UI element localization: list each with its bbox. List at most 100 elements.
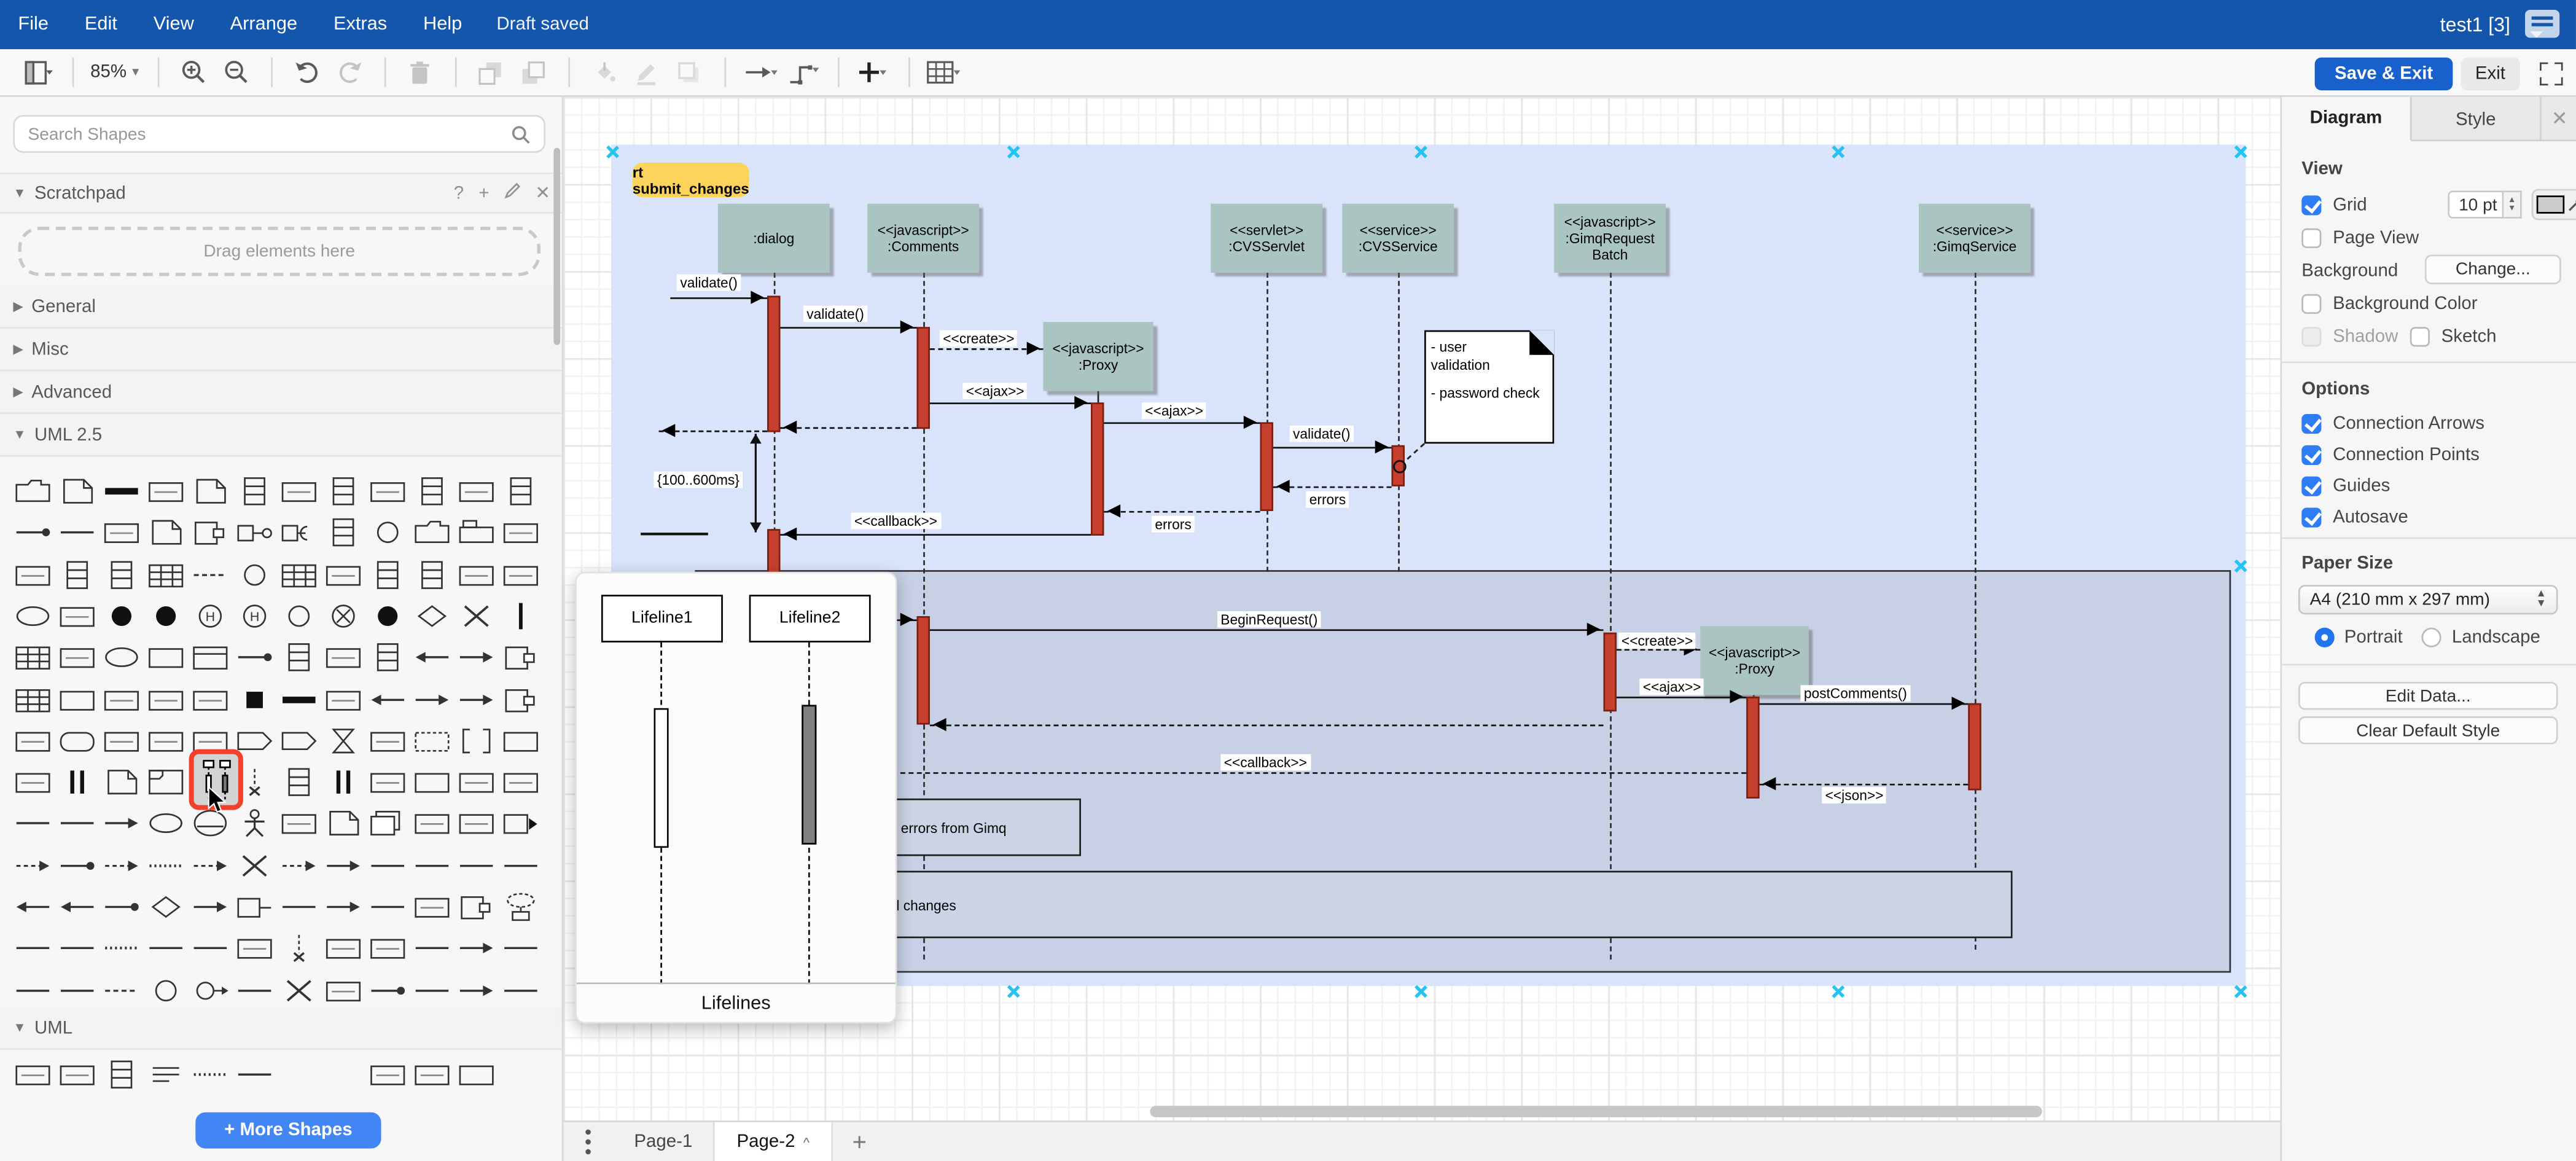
view-panels-icon[interactable] xyxy=(20,54,56,90)
shape-card-icon[interactable] xyxy=(100,513,143,552)
undo-icon[interactable] xyxy=(289,54,326,90)
radio-portrait[interactable] xyxy=(2314,627,2335,647)
shape-rect-icon[interactable] xyxy=(144,638,187,677)
shape-list-icon[interactable] xyxy=(100,1055,143,1094)
shape-fork-icon[interactable] xyxy=(322,762,365,802)
shape-dotline-icon[interactable] xyxy=(189,1055,232,1094)
change-background-button[interactable]: Change... xyxy=(2424,254,2561,284)
radio-landscape[interactable] xyxy=(2422,627,2442,647)
lifeline-header[interactable]: :dialog xyxy=(717,203,830,273)
page-view-checkbox[interactable]: Page View xyxy=(2301,228,2419,248)
shape-card-icon[interactable] xyxy=(499,513,542,552)
message-line[interactable] xyxy=(929,341,1044,355)
shape-card-icon[interactable] xyxy=(56,638,99,677)
selection-handle-icon[interactable] xyxy=(1830,144,1845,159)
shape-line-icon[interactable] xyxy=(366,887,409,926)
message-line[interactable] xyxy=(670,290,768,304)
message-line[interactable] xyxy=(1104,504,1260,518)
delete-icon[interactable] xyxy=(402,54,439,90)
shape-card-icon[interactable] xyxy=(144,472,187,511)
shape-arrowl-icon[interactable] xyxy=(411,638,454,677)
message-line[interactable] xyxy=(780,420,917,434)
grid-checkbox[interactable]: Grid 10 pt ▲ ▼ xyxy=(2301,189,2576,221)
shape-card-icon[interactable] xyxy=(411,804,454,843)
canvas-hscrollbar[interactable] xyxy=(1150,1106,2042,1117)
shape-note-icon[interactable] xyxy=(189,472,232,511)
object-proxy[interactable]: <<javascript>>:Proxy xyxy=(1043,322,1153,391)
lifeline-line[interactable] xyxy=(1398,273,1400,572)
shape-card-icon[interactable] xyxy=(455,762,498,802)
shape-ellipse-icon[interactable] xyxy=(144,804,187,843)
help-icon[interactable]: ? xyxy=(454,183,464,203)
message-line[interactable] xyxy=(929,622,1604,636)
lifeline-header[interactable]: <<servlet>>:CVSServlet xyxy=(1211,203,1323,273)
shape-arrowl-icon[interactable] xyxy=(12,887,55,926)
sidebar-section-general[interactable]: ▶ General xyxy=(0,286,562,329)
shape-rect-icon[interactable] xyxy=(499,721,542,760)
table-icon[interactable] xyxy=(926,54,962,90)
search-input[interactable]: Search Shapes xyxy=(13,115,546,153)
shape-card-icon[interactable] xyxy=(233,929,276,968)
shape-line-icon[interactable] xyxy=(56,513,99,552)
selection-handle-icon[interactable] xyxy=(1005,144,1020,159)
shape-circle-icon[interactable] xyxy=(233,555,276,594)
shape-line-icon[interactable] xyxy=(144,929,187,968)
message-line[interactable] xyxy=(1759,776,1969,791)
fullscreen-icon[interactable] xyxy=(2540,62,2563,86)
insert-icon[interactable] xyxy=(856,54,892,90)
shape-line-icon[interactable] xyxy=(455,846,498,885)
sidebar-section-uml25[interactable]: ▼ UML 2.5 xyxy=(0,414,562,457)
message-line[interactable] xyxy=(1759,696,1969,710)
shape-line-icon[interactable] xyxy=(12,929,55,968)
shape-dotline-icon[interactable] xyxy=(100,929,143,968)
shape-iarrow-icon[interactable] xyxy=(499,804,542,843)
shape-x-icon[interactable] xyxy=(233,846,276,885)
paper-size-select[interactable]: A4 (210 mm x 297 mm) ▲ ▼ xyxy=(2298,585,2558,615)
shape-xcircle-icon[interactable] xyxy=(322,596,365,636)
shape-list-icon[interactable] xyxy=(411,555,454,594)
menu-extras[interactable]: Extras xyxy=(316,15,405,34)
exit-button[interactable]: Exit xyxy=(2460,57,2520,91)
shape-pkg-icon[interactable] xyxy=(455,513,498,552)
zoom-out-icon[interactable] xyxy=(219,54,255,90)
shape-card-icon[interactable] xyxy=(499,555,542,594)
shape-line-icon[interactable] xyxy=(233,1055,276,1094)
shape-card-icon[interactable] xyxy=(366,762,409,802)
note-shape[interactable]: - user validation - password check xyxy=(1424,330,1555,444)
shape-fcircle-icon[interactable] xyxy=(144,596,187,636)
shape-line-icon[interactable] xyxy=(411,971,454,1010)
shape-ellipse-icon[interactable] xyxy=(12,596,55,636)
selection-handle-icon[interactable] xyxy=(1413,984,1427,999)
shape-arrowl-icon[interactable] xyxy=(366,679,409,719)
waypoints-icon[interactable] xyxy=(785,54,821,90)
shape-darrow-icon[interactable] xyxy=(278,846,321,885)
shape-card-icon[interactable] xyxy=(366,1055,409,1094)
shape-folder-icon[interactable] xyxy=(12,472,55,511)
shape-list-icon[interactable] xyxy=(499,472,542,511)
shape-card-icon[interactable] xyxy=(322,929,365,968)
shape-port-icon[interactable] xyxy=(499,638,542,677)
shape-line-icon[interactable] xyxy=(499,971,542,1010)
message-line[interactable] xyxy=(1104,415,1260,429)
shape-frame-icon[interactable] xyxy=(144,762,187,802)
shape-dotarrow-icon[interactable] xyxy=(100,887,143,926)
shape-rect2-icon[interactable] xyxy=(189,638,232,677)
lifeline-header[interactable]: <<javascript>>:Comments xyxy=(867,203,980,273)
shape-card-icon[interactable] xyxy=(366,721,409,760)
shape-card-icon[interactable] xyxy=(189,679,232,719)
sidebar-scrollbar[interactable] xyxy=(553,147,561,345)
shape-list-icon[interactable] xyxy=(278,762,321,802)
shape-circle-icon[interactable] xyxy=(366,513,409,552)
shape-dline-icon[interactable] xyxy=(189,555,232,594)
shape-card-icon[interactable] xyxy=(322,638,365,677)
activation-bar[interactable] xyxy=(916,616,930,725)
shape-arrowr-icon[interactable] xyxy=(322,887,365,926)
menu-file[interactable]: File xyxy=(0,15,66,34)
fill-color-icon[interactable] xyxy=(587,54,623,90)
lifeline-header[interactable]: <<service>>:CVSService xyxy=(1342,203,1454,273)
shape-qual-icon[interactable] xyxy=(233,887,276,926)
add-page-button[interactable]: + xyxy=(832,1128,886,1155)
shape-fcircle-icon[interactable] xyxy=(100,596,143,636)
shape-rect-icon[interactable] xyxy=(56,679,99,719)
shape-card-icon[interactable] xyxy=(100,679,143,719)
